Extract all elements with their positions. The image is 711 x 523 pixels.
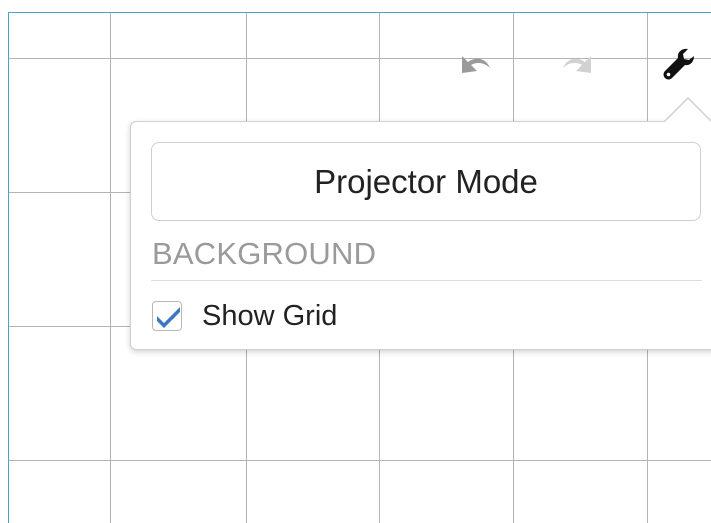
grid-line-vertical [110, 13, 111, 523]
canvas-top-border [0, 0, 711, 13]
grid-line-horizontal [9, 460, 711, 461]
canvas-left-border [0, 12, 9, 523]
grid-line-horizontal [9, 58, 711, 59]
background-section-title: BACKGROUND [152, 236, 377, 271]
wrench-icon [663, 48, 694, 80]
projector-mode-button[interactable]: Projector Mode [151, 142, 701, 221]
undo-icon [462, 56, 490, 73]
settings-button[interactable] [656, 42, 700, 86]
checkmark-icon [157, 307, 180, 328]
redo-icon [563, 56, 591, 73]
graph-canvas[interactable]: Projector Mode BACKGROUND Show Grid [0, 0, 711, 523]
show-grid-label[interactable]: Show Grid [202, 300, 337, 333]
show-grid-checkbox[interactable] [152, 301, 182, 331]
redo-button[interactable] [557, 42, 601, 86]
section-divider [151, 280, 702, 281]
popover-arrow-fill [665, 99, 711, 122]
undo-button[interactable] [452, 42, 496, 86]
